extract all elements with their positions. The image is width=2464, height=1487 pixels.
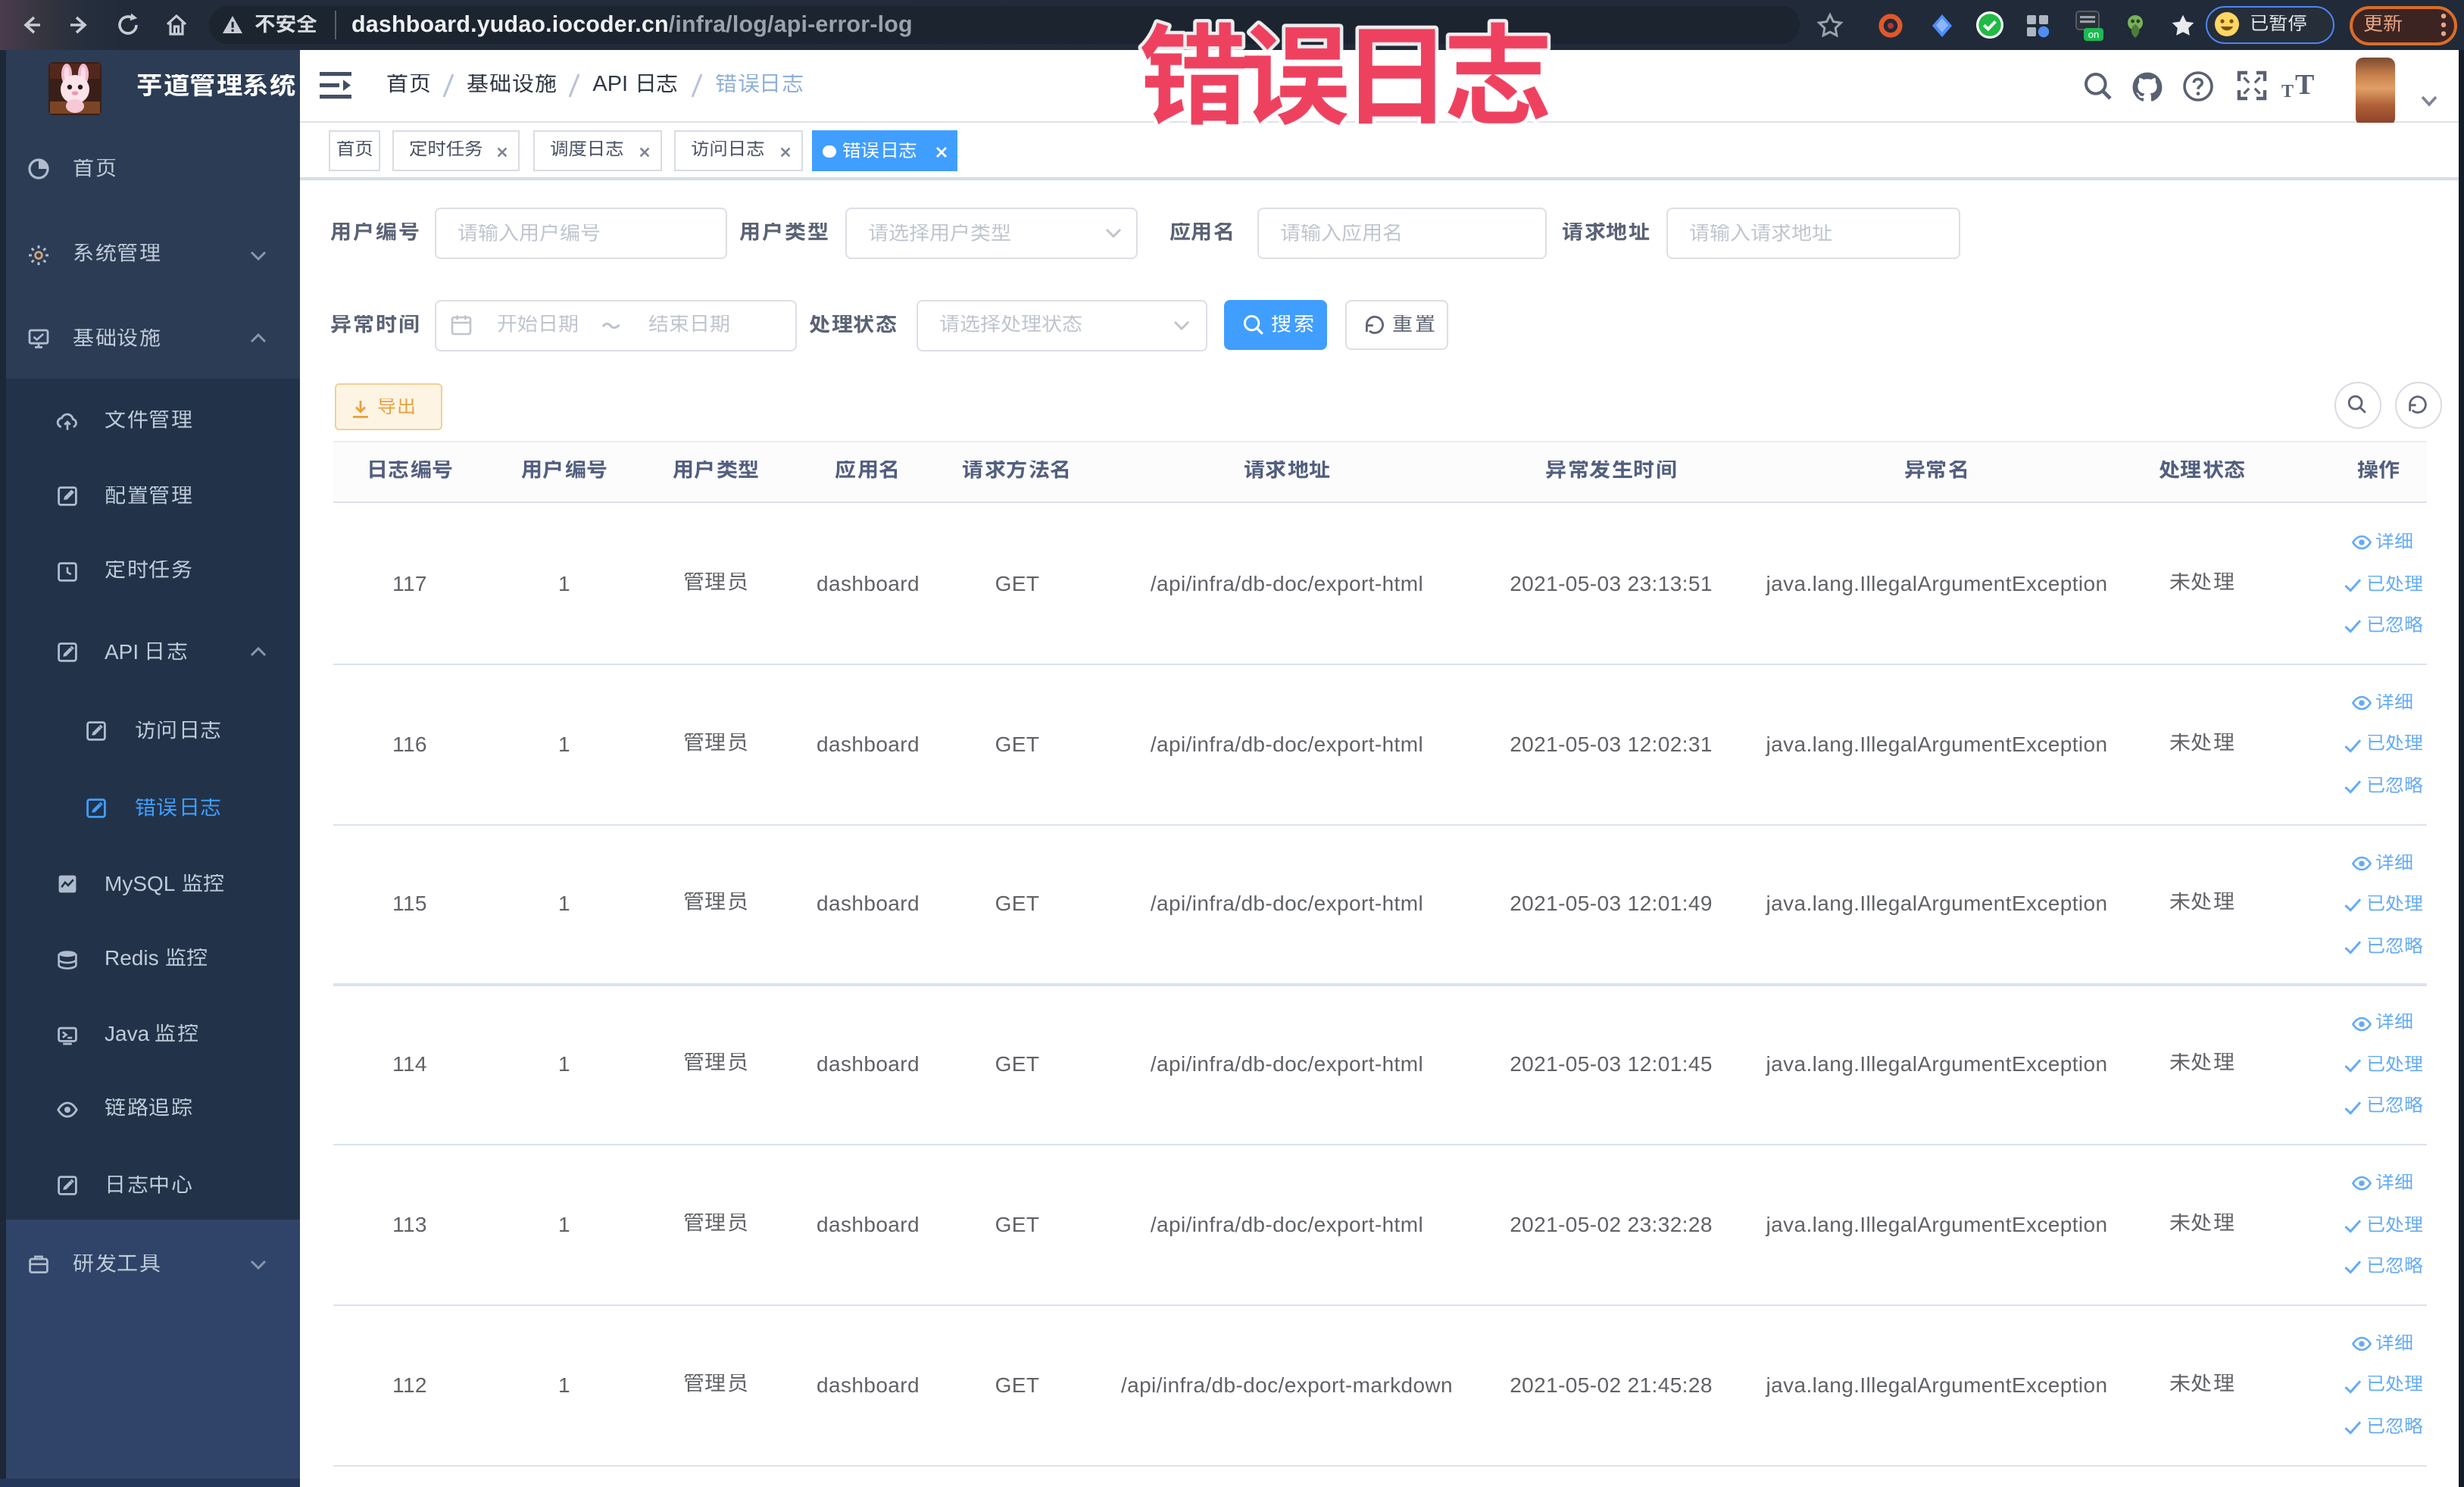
svg-text:on: on [2088,29,2099,40]
